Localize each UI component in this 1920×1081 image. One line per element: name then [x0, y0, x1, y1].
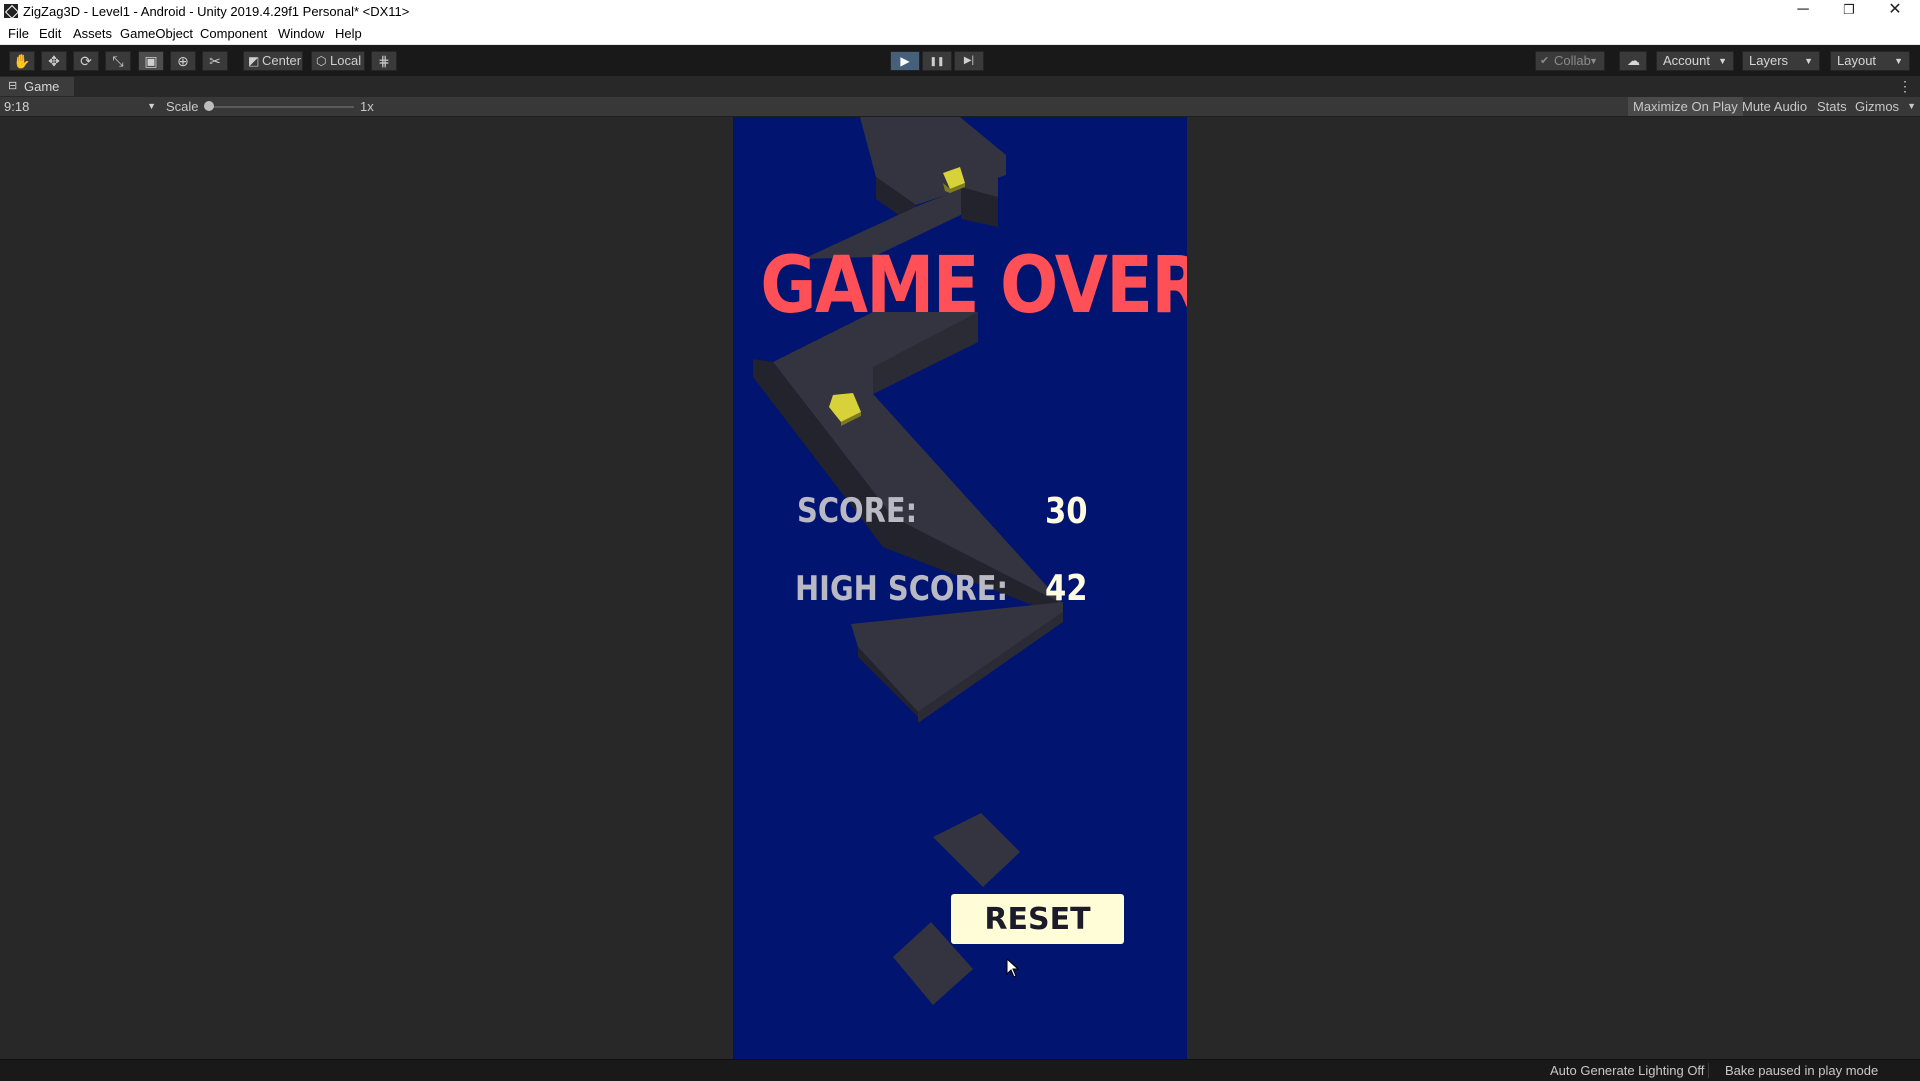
- pivot-label: Center: [262, 53, 302, 68]
- aspect-ratio-value: 9:18: [4, 99, 30, 114]
- local-icon: ⬡: [316, 54, 327, 68]
- gizmos-label: Gizmos: [1855, 99, 1900, 114]
- game-over-title: GAME OVER!: [760, 241, 1187, 331]
- collab-label: Collab: [1554, 53, 1591, 68]
- menu-gameobject[interactable]: GameObject: [120, 26, 193, 41]
- status-separator: [1708, 1063, 1709, 1078]
- account-dropdown[interactable]: Account ▼: [1656, 51, 1734, 71]
- cloud-icon: ☁: [1627, 53, 1640, 68]
- pause-button[interactable]: ❚❚: [922, 51, 952, 71]
- layers-dropdown[interactable]: Layers ▼: [1742, 51, 1820, 71]
- chevron-down-icon: ▼: [1718, 56, 1727, 66]
- minimize-button[interactable]: ─: [1780, 0, 1826, 22]
- window-title-bar: ZigZag3D - Level1 - Android - Unity 2019…: [0, 0, 1920, 22]
- grid-snap-icon[interactable]: ⋕: [371, 51, 397, 71]
- tab-game-label: Game: [24, 79, 60, 94]
- menu-bar: File Edit Assets GameObject Component Wi…: [0, 22, 1920, 45]
- scale-label: Scale: [166, 99, 199, 114]
- layers-label: Layers: [1749, 53, 1789, 68]
- rect-tool-icon[interactable]: ▣: [138, 51, 164, 71]
- tab-game[interactable]: ⊟ Game: [0, 77, 74, 96]
- high-score-value: 42: [1045, 568, 1088, 609]
- score-label: SCORE:: [797, 491, 918, 531]
- chevron-down-icon: ▼: [1804, 56, 1813, 66]
- game-view-controls: 9:18 ▼ Scale 1x Maximize On Play Mute Au…: [0, 97, 1920, 117]
- gamepad-icon: ⊟: [8, 80, 18, 92]
- chevron-down-icon: ▼: [1894, 56, 1903, 66]
- high-score-label: HIGH SCORE:: [795, 569, 1009, 609]
- menu-file[interactable]: File: [8, 26, 29, 41]
- collab-button[interactable]: ✔ Collab ▼: [1535, 51, 1605, 71]
- maximize-on-play-toggle[interactable]: Maximize On Play: [1628, 97, 1743, 116]
- gizmos-dropdown[interactable]: Gizmos ▼: [1850, 97, 1920, 116]
- restore-button[interactable]: ❐: [1826, 0, 1872, 22]
- menu-component[interactable]: Component: [200, 26, 267, 41]
- mute-audio-toggle[interactable]: Mute Audio: [1737, 97, 1812, 116]
- scale-value: 1x: [360, 99, 374, 114]
- chevron-down-icon: ▼: [147, 101, 156, 111]
- aspect-ratio-dropdown[interactable]: 9:18 ▼: [4, 97, 156, 116]
- game-screen[interactable]: GAME OVER! SCORE: 30 HIGH SCORE: 42 RESE…: [733, 117, 1187, 1059]
- scale-slider-handle[interactable]: [204, 101, 214, 111]
- transform-tool-icon[interactable]: ⊕: [170, 51, 196, 71]
- play-button[interactable]: ▶: [890, 51, 920, 71]
- account-label: Account: [1663, 53, 1710, 68]
- pivot-icon: ◩: [248, 54, 260, 68]
- cloud-button[interactable]: ☁: [1619, 51, 1647, 71]
- scale-slider-track[interactable]: [210, 106, 354, 108]
- step-button[interactable]: ▶|: [954, 51, 984, 71]
- custom-tool-icon[interactable]: ✂: [202, 51, 228, 71]
- lighting-status[interactable]: Auto Generate Lighting Off: [1550, 1063, 1704, 1078]
- unity-app-icon: [4, 4, 18, 18]
- kebab-menu-icon[interactable]: ⋮: [1898, 77, 1912, 95]
- menu-window[interactable]: Window: [278, 26, 324, 41]
- game-tab-bar: ⊟ Game ⋮: [0, 77, 1920, 96]
- rotate-tool-icon[interactable]: ⟳: [73, 51, 99, 71]
- chevron-down-icon: ▼: [1907, 101, 1916, 111]
- close-button[interactable]: ✕: [1872, 0, 1918, 22]
- score-value: 30: [1045, 491, 1088, 532]
- window-title: ZigZag3D - Level1 - Android - Unity 2019…: [23, 4, 410, 19]
- rotation-label: Local: [330, 53, 362, 68]
- chevron-down-icon: ▼: [1589, 56, 1598, 66]
- pivot-center-toggle[interactable]: ◩ Center: [243, 51, 303, 71]
- layout-label: Layout: [1837, 53, 1877, 68]
- layout-dropdown[interactable]: Layout ▼: [1830, 51, 1910, 71]
- stats-toggle[interactable]: Stats: [1812, 97, 1852, 116]
- bake-status: Bake paused in play mode: [1725, 1063, 1879, 1078]
- falling-tile: [933, 813, 1020, 887]
- move-tool-icon[interactable]: ✥: [41, 51, 67, 71]
- menu-edit[interactable]: Edit: [39, 26, 61, 41]
- reset-button[interactable]: RESET: [951, 894, 1124, 944]
- main-toolbar: ✋ ✥ ⟳ ⤡ ▣ ⊕ ✂ ◩ Center ⬡ Local ⋕ ▶ ❚❚ ▶|…: [0, 45, 1920, 76]
- game-viewport: GAME OVER! SCORE: 30 HIGH SCORE: 42 RESE…: [0, 117, 1920, 1059]
- menu-help[interactable]: Help: [335, 26, 362, 41]
- mouse-cursor-icon: [1006, 958, 1020, 978]
- pivot-rotation-toggle[interactable]: ⬡ Local: [311, 51, 365, 71]
- collab-check-icon: ✔: [1540, 55, 1550, 67]
- menu-assets[interactable]: Assets: [73, 26, 112, 41]
- status-bar: Auto Generate Lighting Off Bake paused i…: [0, 1059, 1920, 1081]
- hand-tool-icon[interactable]: ✋: [9, 51, 35, 71]
- scale-tool-icon[interactable]: ⤡: [105, 51, 131, 71]
